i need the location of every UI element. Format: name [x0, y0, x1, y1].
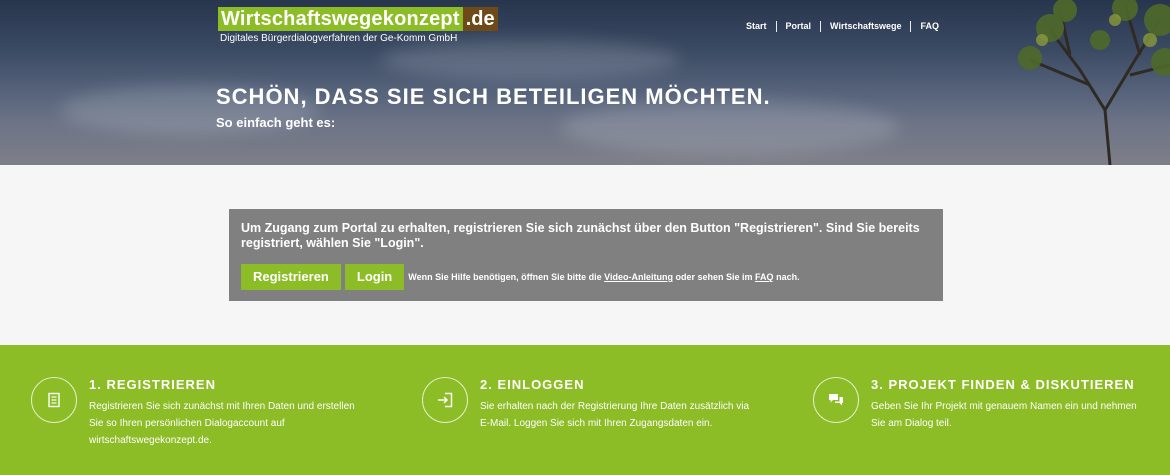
nav-divider [910, 21, 912, 32]
chat-icon [813, 377, 859, 423]
nav-divider [820, 21, 822, 32]
logo-tld-text: .de [462, 7, 498, 31]
step-text: Registrieren Sie sich zunächst mit Ihren… [89, 401, 355, 446]
hero-subtitle: So einfach geht es: [216, 115, 336, 130]
help-text: Wenn Sie Hilfe benötigen, öffnen Sie bit… [408, 272, 799, 282]
nav-portal[interactable]: Portal [777, 21, 821, 32]
help-middle: oder sehen Sie im [675, 272, 753, 282]
register-button[interactable]: Registrieren [241, 264, 341, 290]
step-text: Sie erhalten nach der Registrierung Ihre… [480, 401, 750, 429]
login-button[interactable]: Login [344, 264, 405, 290]
login-icon [422, 377, 468, 423]
nav-wirtschaftswege[interactable]: Wirtschaftswege [821, 21, 910, 32]
access-actions: Registrieren Login Wenn Sie Hilfe benöti… [241, 264, 931, 290]
nav-start[interactable]: Start [737, 21, 776, 32]
step-title: 1. REGISTRIEREN [89, 377, 216, 392]
nav-faq[interactable]: FAQ [911, 21, 948, 32]
video-guide-link[interactable]: Video-Anleitung [604, 272, 673, 282]
main-nav: Start Portal Wirtschaftswege FAQ [737, 21, 948, 32]
help-prefix: Wenn Sie Hilfe benötigen, öffnen Sie bit… [408, 272, 602, 282]
step-title: 3. PROJEKT FINDEN & DISKUTIEREN [871, 377, 1135, 392]
faq-link[interactable]: FAQ [755, 272, 774, 282]
access-info-text: Um Zugang zum Portal zu erhalten, regist… [241, 221, 920, 250]
logo-subtitle: Digitales Bürgerdialogverfahren der Ge-K… [220, 33, 458, 44]
document-icon [31, 377, 77, 423]
access-info-box: Um Zugang zum Portal zu erhalten, regist… [229, 209, 943, 301]
logo-main-text: Wirtschaftswegekonzept [218, 7, 463, 31]
steps-section: 1. REGISTRIEREN Registrieren Sie sich zu… [0, 345, 1170, 475]
hero-banner: Wirtschaftswegekonzept .de Digitales Bür… [0, 0, 1170, 165]
cloud-decoration [380, 40, 680, 80]
hero-title: SCHÖN, DASS SIE SICH BETEILIGEN MÖCHTEN. [216, 84, 771, 109]
step-title: 2. EINLOGGEN [480, 377, 585, 392]
step-text: Geben Sie Ihr Projekt mit genauem Namen … [871, 401, 1137, 429]
nav-divider [775, 21, 777, 32]
site-logo[interactable]: Wirtschaftswegekonzept .de Digitales Bür… [218, 7, 498, 45]
help-suffix: nach. [776, 272, 800, 282]
